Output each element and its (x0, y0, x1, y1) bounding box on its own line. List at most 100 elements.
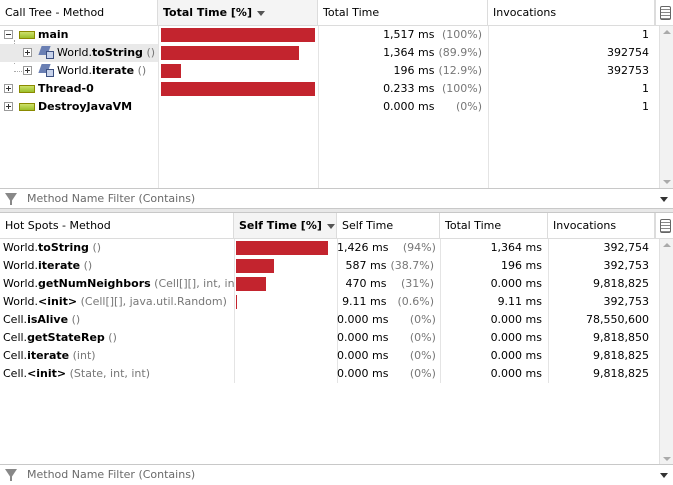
invocations-value: 392753 (607, 64, 649, 77)
thread-icon (19, 85, 35, 93)
filter-icon[interactable] (5, 193, 17, 205)
hot-spot-row[interactable]: World.getNumNeighbors (Cell[][], int, in… (0, 275, 659, 293)
total-time-percent: (89.9%) (438, 46, 482, 59)
self-time-value: 470 ms (345, 277, 387, 290)
total-time-value: 0.233 ms (383, 82, 435, 95)
self-time-value: 1,426 ms (337, 241, 389, 254)
dropdown-arrow-icon[interactable] (660, 197, 668, 202)
total-time-value: 9.11 ms (497, 295, 542, 308)
total-time-value: 1,364 ms (490, 241, 542, 254)
total-time-bar (161, 46, 299, 60)
filter-icon[interactable] (5, 469, 17, 481)
invocations-value: 392754 (607, 46, 649, 59)
total-time-bar (161, 28, 315, 42)
hot-spots-pane: Hot Spots - Method Self Time [%] Self Ti… (0, 213, 673, 485)
total-time-percent: (0%) (455, 100, 482, 113)
hot-spot-row[interactable]: Cell.getStateRep () 0.000 ms (0%) 0.000 ms… (0, 329, 659, 347)
self-time-value: 587 ms (345, 259, 387, 272)
self-time-value: 0.000 ms (337, 349, 389, 362)
method-name: Cell.getStateRep () (3, 331, 117, 344)
col-header-total-time[interactable]: Total Time (440, 213, 548, 238)
self-time-percent: (38.7%) (390, 259, 434, 272)
self-time-percent: (0.6%) (397, 295, 434, 308)
col-header-self-time-pct[interactable]: Self Time [%] (234, 213, 337, 238)
column-chooser-icon (660, 219, 671, 233)
method-name: Cell.<init> (State, int, int) (3, 367, 151, 380)
method-name: Cell.iterate (int) (3, 349, 96, 362)
expand-icon[interactable] (23, 48, 32, 57)
tree-node-label: World.toString () (57, 46, 156, 59)
hot-spot-row[interactable]: World.toString () 1,426 ms (94%) 1,364 ms 3… (0, 239, 659, 257)
expand-icon[interactable] (23, 66, 32, 75)
scroll-down-icon[interactable] (663, 180, 671, 184)
total-time-value: 196 ms (393, 64, 435, 77)
col-header-self-time[interactable]: Self Time (337, 213, 440, 238)
self-time-percent: (0%) (409, 313, 436, 326)
self-time-percent: (94%) (402, 241, 436, 254)
tree-row-thread-0[interactable]: Thread-0 0.233 ms (100%) 1 (0, 80, 659, 98)
sort-descending-icon (256, 10, 265, 16)
self-time-percent: (0%) (409, 367, 436, 380)
hot-spot-row[interactable]: Cell.<init> (State, int, int) 0.000 ms (0… (0, 365, 659, 383)
method-name-filter-input[interactable]: Method Name Filter (Contains) (27, 465, 195, 485)
scroll-up-icon[interactable] (663, 243, 671, 247)
hot-spots-filter-bar[interactable]: Method Name Filter (Contains) (0, 464, 673, 485)
col-header-call-tree-method[interactable]: Call Tree - Method (0, 0, 158, 25)
total-time-percent: (100%) (441, 28, 482, 41)
col-header-total-time-pct[interactable]: Total Time [%] (158, 0, 318, 25)
tree-row-world-tostring[interactable]: World.toString () 1,364 ms (89.9%) 39275… (0, 44, 659, 62)
col-header-invocations[interactable]: Invocations (548, 213, 655, 238)
hot-spot-row[interactable]: Cell.iterate (int) 0.000 ms (0%) 0.000 ms 9… (0, 347, 659, 365)
col-header-invocations[interactable]: Invocations (488, 0, 655, 25)
total-time-bar (161, 82, 315, 96)
tree-row-world-iterate[interactable]: World.iterate () 196 ms (12.9%) 392753 (0, 62, 659, 80)
scroll-down-icon[interactable] (663, 457, 671, 461)
self-time-bar (236, 277, 266, 291)
tree-row-destroyjavavm[interactable]: DestroyJavaVM 0.000 ms (0%) 1 (0, 98, 659, 116)
expand-icon[interactable] (4, 84, 13, 93)
tree-node-label: Thread-0 (38, 82, 94, 95)
method-name-filter-input[interactable]: Method Name Filter (Contains) (27, 189, 195, 209)
total-time-percent: (100%) (441, 82, 482, 95)
total-time-percent: (12.9%) (438, 64, 482, 77)
tree-node-label: World.iterate () (57, 64, 147, 77)
call-tree-pane: Call Tree - Method Total Time [%] Total … (0, 0, 673, 209)
total-time-value: 0.000 ms (490, 277, 542, 290)
self-time-percent: (0%) (409, 331, 436, 344)
col-header-total-time[interactable]: Total Time (318, 0, 488, 25)
hot-spot-row[interactable]: Cell.isAlive () 0.000 ms (0%) 0.000 ms 78,5… (0, 311, 659, 329)
invocations-value: 1 (642, 28, 649, 41)
self-time-bar (236, 259, 274, 273)
dropdown-arrow-icon[interactable] (660, 473, 668, 478)
scroll-up-icon[interactable] (663, 30, 671, 34)
method-icon (40, 64, 54, 77)
invocations-value: 9,818,825 (593, 349, 649, 362)
invocations-value: 392,754 (603, 241, 650, 254)
tree-row-main[interactable]: main 1,517 ms (100%) 1 (0, 26, 659, 44)
invocations-value: 392,753 (603, 295, 650, 308)
self-time-value: 0.000 ms (337, 367, 389, 380)
hot-spots-scrollbar[interactable] (659, 239, 673, 465)
expand-icon[interactable] (4, 102, 13, 111)
col-header-hot-spots-method[interactable]: Hot Spots - Method (0, 213, 234, 238)
total-time-value: 1,364 ms (383, 46, 435, 59)
hot-spots-header: Hot Spots - Method Self Time [%] Self Ti… (0, 213, 673, 239)
collapse-icon[interactable] (4, 30, 13, 39)
column-chooser-button[interactable] (655, 213, 673, 238)
column-chooser-icon (660, 6, 671, 20)
total-time-bar (161, 64, 181, 78)
total-time-value: 1,517 ms (383, 28, 435, 41)
call-tree-scrollbar[interactable] (659, 26, 673, 188)
tree-node-label: main (38, 28, 69, 41)
invocations-value: 9,818,850 (593, 331, 649, 344)
method-name: World.iterate () (3, 259, 93, 272)
self-time-percent: (0%) (409, 349, 436, 362)
invocations-value: 9,818,825 (593, 277, 649, 290)
column-chooser-button[interactable] (655, 0, 673, 25)
method-name: Cell.isAlive () (3, 313, 81, 326)
hot-spot-row[interactable]: World.iterate () 587 ms (38.7%) 196 ms 392,… (0, 257, 659, 275)
total-time-value: 0.000 ms (383, 100, 435, 113)
call-tree-filter-bar[interactable]: Method Name Filter (Contains) (0, 188, 673, 209)
method-name: World.<init> (Cell[][], java.util.Random… (3, 295, 227, 308)
hot-spot-row[interactable]: World.<init> (Cell[][], java.util.Random… (0, 293, 659, 311)
